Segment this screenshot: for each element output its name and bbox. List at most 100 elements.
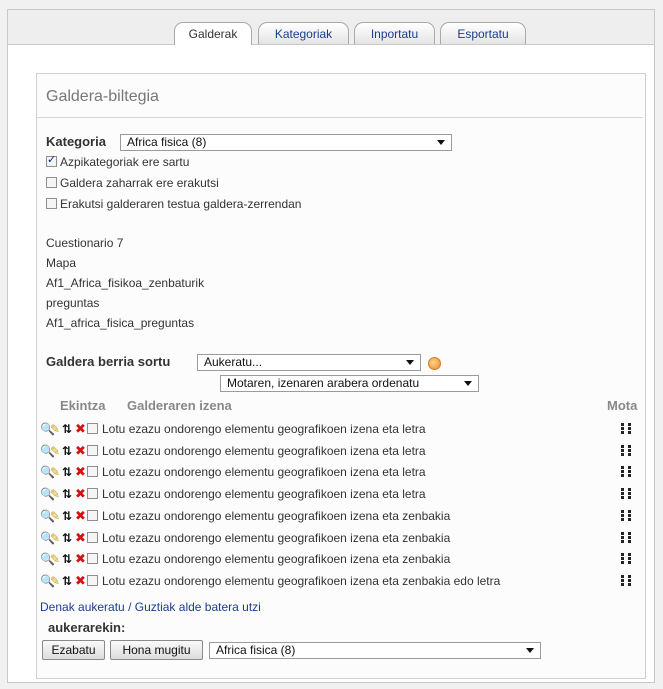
question-row: 🔍 ✎ ⇅ ✖ Lotu ezazu ondorengo elementu geogra…	[37, 549, 643, 569]
new-question-label: Galdera berria sortu	[46, 354, 171, 369]
edit-icon[interactable]: ✎	[50, 574, 60, 588]
category-info-line: preguntas	[46, 296, 100, 310]
category-label: Kategoria	[46, 134, 106, 149]
matching-question-icon	[621, 531, 633, 544]
new-question-select-value: Aukeratu...	[204, 355, 263, 369]
column-header-action: Ekintza	[60, 398, 106, 413]
edit-icon[interactable]: ✎	[50, 465, 60, 479]
move-icon[interactable]: ⇅	[62, 574, 72, 588]
show-old-questions-checkbox[interactable]	[46, 177, 57, 188]
question-checkbox[interactable]	[87, 531, 98, 543]
move-button[interactable]: Hona mugitu	[110, 640, 203, 660]
tab-esportatu[interactable]: Esportatu	[440, 22, 526, 44]
title-divider	[37, 117, 643, 118]
help-icon[interactable]	[428, 357, 441, 370]
sort-select-value: Motaren, izenaren arabera ordenatu	[227, 376, 420, 390]
question-name: Lotu ezazu ondorengo elementu geografiko…	[102, 465, 426, 480]
delete-icon[interactable]: ✖	[75, 573, 86, 588]
delete-icon[interactable]: ✖	[75, 422, 86, 436]
move-icon[interactable]: ⇅	[62, 509, 72, 523]
target-category-select[interactable]: Africa fisica (8)	[209, 642, 541, 659]
delete-icon[interactable]: ✖	[75, 552, 86, 566]
tab-bar: Galderak Kategoriak Inportatu Esportatu	[8, 10, 654, 45]
edit-icon[interactable]: ✎	[50, 487, 60, 501]
category-info-line: Af1_africa_fisica_preguntas	[46, 316, 195, 330]
move-icon[interactable]: ⇅	[62, 444, 72, 458]
question-name: Lotu ezazu ondorengo elementu geografiko…	[102, 552, 451, 567]
move-icon[interactable]: ⇅	[62, 552, 72, 566]
bulk-selection-links: Denak aukeratu / Guztiak alde batera utz…	[40, 600, 261, 614]
delete-icon[interactable]: ✖	[75, 530, 86, 545]
edit-icon[interactable]: ✎	[50, 509, 60, 523]
question-row: 🔍 ✎ ⇅ ✖ Lotu ezazu ondorengo elementu geogra…	[37, 528, 643, 548]
question-name: Lotu ezazu ondorengo elementu geografiko…	[102, 443, 426, 458]
question-checkbox[interactable]	[87, 553, 98, 565]
edit-icon[interactable]: ✎	[50, 444, 60, 458]
with-selected-label: aukerarekin:	[48, 620, 126, 635]
chevron-down-icon	[526, 648, 534, 653]
sort-select[interactable]: Motaren, izenaren arabera ordenatu	[220, 375, 479, 392]
include-subcategories-checkbox[interactable]	[46, 153, 57, 167]
question-checkbox[interactable]	[87, 444, 98, 456]
option-label: Erakutsi galderaren testua galdera-zerre…	[60, 197, 302, 211]
column-header-name[interactable]: Galderaren izena	[127, 398, 232, 413]
edit-icon[interactable]: ✎	[50, 531, 60, 545]
question-row: 🔍 ✎ ⇅ ✖ Lotu ezazu ondorengo elementu geogra…	[37, 484, 643, 504]
new-question-select[interactable]: Aukeratu...	[197, 354, 421, 371]
delete-icon[interactable]: ✖	[75, 487, 86, 501]
question-name: Lotu ezazu ondorengo elementu geografiko…	[102, 422, 426, 436]
question-name: Lotu ezazu ondorengo elementu geografiko…	[102, 530, 451, 545]
category-select-value: Africa fisica (8)	[127, 135, 207, 149]
edit-icon[interactable]: ✎	[50, 552, 60, 566]
move-icon[interactable]: ⇅	[62, 422, 72, 436]
question-name: Lotu ezazu ondorengo elementu geografiko…	[102, 487, 426, 502]
question-checkbox[interactable]	[87, 423, 98, 434]
delete-button[interactable]: Ezabatu	[42, 640, 105, 660]
category-info-line: Mapa	[46, 256, 77, 270]
question-checkbox[interactable]	[87, 574, 98, 586]
matching-question-icon	[621, 487, 633, 500]
matching-question-icon	[621, 574, 633, 587]
tab-inportatu[interactable]: Inportatu	[354, 22, 435, 44]
category-select[interactable]: Africa fisica (8)	[120, 134, 452, 151]
matching-question-icon	[621, 465, 633, 478]
question-row: 🔍 ✎ ⇅ ✖ Lotu ezazu ondorengo elementu geogra…	[37, 419, 643, 439]
panel-title: Galdera-biltegia	[46, 88, 159, 105]
chevron-down-icon	[406, 360, 414, 365]
move-icon[interactable]: ⇅	[62, 487, 72, 501]
edit-icon[interactable]: ✎	[50, 422, 60, 436]
delete-icon[interactable]: ✖	[75, 508, 86, 523]
option-show-old-questions[interactable]: Galdera zaharrak ere erakutsi	[46, 176, 219, 190]
column-header-type[interactable]: Mota	[607, 398, 637, 413]
delete-icon[interactable]: ✖	[75, 465, 86, 479]
delete-icon[interactable]: ✖	[75, 443, 86, 458]
link-separator: /	[124, 600, 135, 614]
category-info-line: Af1_Africa_fisikoa_zenbaturik	[46, 276, 205, 290]
move-icon[interactable]: ⇅	[62, 531, 72, 545]
option-label: Galdera zaharrak ere erakutsi	[60, 176, 219, 190]
matching-question-icon	[621, 552, 633, 565]
question-row: 🔍 ✎ ⇅ ✖ Lotu ezazu ondorengo elementu geogra…	[37, 506, 643, 526]
question-row: 🔍 ✎ ⇅ ✖ Lotu ezazu ondorengo elementu geogra…	[37, 462, 643, 482]
matching-question-icon	[621, 444, 633, 457]
question-row: 🔍 ✎ ⇅ ✖ Lotu ezazu ondorengo elementu geogra…	[37, 571, 643, 591]
show-question-text-checkbox[interactable]	[46, 198, 57, 209]
target-category-value: Africa fisica (8)	[216, 643, 296, 657]
question-name: Lotu ezazu ondorengo elementu geografiko…	[102, 573, 501, 588]
deselect-all-link[interactable]: Guztiak alde batera utzi	[135, 600, 261, 614]
question-checkbox[interactable]	[87, 509, 98, 521]
chevron-down-icon	[464, 381, 472, 386]
question-checkbox[interactable]	[87, 466, 98, 478]
option-show-question-text[interactable]: Erakutsi galderaren testua galdera-zerre…	[46, 197, 301, 211]
category-info-line: Cuestionario 7	[46, 236, 124, 250]
question-checkbox[interactable]	[87, 488, 98, 500]
matching-question-icon	[621, 422, 633, 435]
tab-kategoriak[interactable]: Kategoriak	[258, 22, 349, 44]
option-label: Azpikategoriak ere sartu	[60, 155, 190, 169]
move-icon[interactable]: ⇅	[62, 465, 72, 479]
chevron-down-icon	[437, 140, 445, 145]
select-all-link[interactable]: Denak aukeratu	[40, 600, 125, 614]
matching-question-icon	[621, 509, 633, 522]
option-include-subcategories[interactable]: Azpikategoriak ere sartu	[46, 153, 190, 169]
tab-galderak[interactable]: Galderak	[174, 22, 252, 45]
